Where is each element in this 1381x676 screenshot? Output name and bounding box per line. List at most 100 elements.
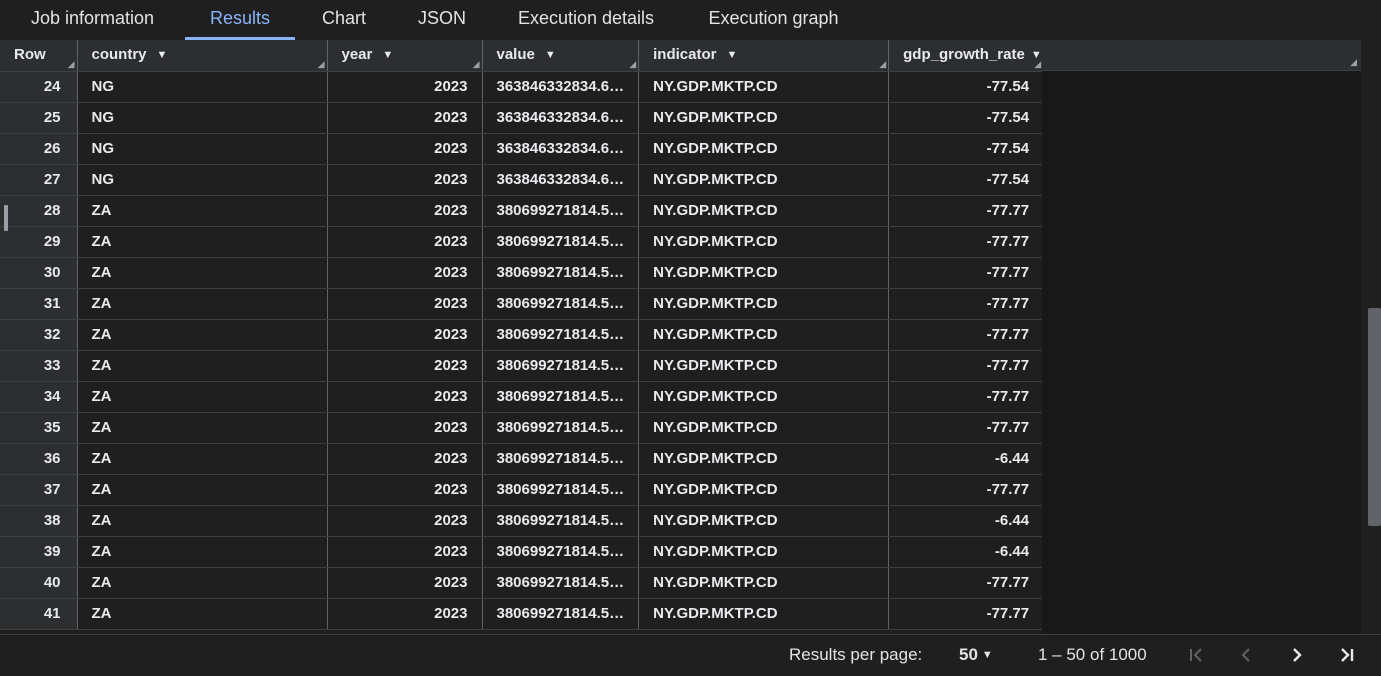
country-cell[interactable]: NG [77,164,328,196]
resize-handle-icon[interactable]: ◢ [879,59,886,69]
value-cell[interactable]: 380699271814.5… [482,381,640,413]
column-header-indicator[interactable]: indicator ▼ ◢ [638,40,890,72]
indicator-cell[interactable]: NY.GDP.MKTP.CD [638,288,890,320]
year-cell[interactable]: 2023 [327,412,483,444]
row-number-cell[interactable]: 27 [0,164,78,196]
row-number-cell[interactable]: 31 [0,288,78,320]
tab-execution-graph[interactable]: Execution graph [681,0,866,36]
indicator-cell[interactable]: NY.GDP.MKTP.CD [638,195,890,227]
column-header-country[interactable]: country ▼ ◢ [77,40,328,72]
gdp-growth-rate-cell[interactable]: -77.77 [888,195,1045,227]
country-cell[interactable]: ZA [77,288,328,320]
table-row[interactable]: 34 ZA 2023 380699271814.5… NY.GDP.MKTP.CD -77… [0,381,1045,413]
indicator-cell[interactable]: NY.GDP.MKTP.CD [638,102,890,134]
year-cell[interactable]: 2023 [327,350,483,382]
tab-job-information[interactable]: Job information [0,0,185,36]
gdp-growth-rate-cell[interactable]: -77.77 [888,350,1045,382]
country-cell[interactable]: ZA [77,381,328,413]
column-header-value[interactable]: value ▼ ◢ [482,40,640,72]
value-cell[interactable]: 363846332834.6… [482,133,640,165]
gdp-growth-rate-cell[interactable]: -77.54 [888,133,1045,165]
table-row[interactable]: 28 ZA 2023 380699271814.5… NY.GDP.MKTP.CD -77… [0,195,1045,227]
table-row[interactable]: 41 ZA 2023 380699271814.5… NY.GDP.MKTP.CD -77… [0,598,1045,630]
indicator-cell[interactable]: NY.GDP.MKTP.CD [638,133,890,165]
arrow-drop-down-icon[interactable]: ▼ [726,49,737,61]
tab-results[interactable]: Results [185,0,295,40]
gdp-growth-rate-cell[interactable]: -77.54 [888,71,1045,103]
arrow-drop-down-icon[interactable]: ▼ [545,49,556,61]
gdp-growth-rate-cell[interactable]: -6.44 [888,505,1045,537]
indicator-cell[interactable]: NY.GDP.MKTP.CD [638,412,890,444]
next-page-button[interactable] [1283,641,1311,669]
year-cell[interactable]: 2023 [327,474,483,506]
year-cell[interactable]: 2023 [327,226,483,258]
tab-execution-details[interactable]: Execution details [491,0,681,36]
year-cell[interactable]: 2023 [327,567,483,599]
resize-handle-icon[interactable]: ◢ [318,59,325,69]
country-cell[interactable]: ZA [77,350,328,382]
tab-chart[interactable]: Chart [295,0,393,36]
country-cell[interactable]: NG [77,133,328,165]
year-cell[interactable]: 2023 [327,133,483,165]
row-number-cell[interactable]: 26 [0,133,78,165]
row-number-cell[interactable]: 35 [0,412,78,444]
table-row[interactable]: 35 ZA 2023 380699271814.5… NY.GDP.MKTP.CD -77… [0,412,1045,444]
indicator-cell[interactable]: NY.GDP.MKTP.CD [638,381,890,413]
previous-page-button[interactable] [1232,641,1260,669]
country-cell[interactable]: NG [77,71,328,103]
resize-handle-icon[interactable]: ◢ [68,59,75,69]
indicator-cell[interactable]: NY.GDP.MKTP.CD [638,443,890,475]
year-cell[interactable]: 2023 [327,598,483,630]
table-row[interactable]: 29 ZA 2023 380699271814.5… NY.GDP.MKTP.CD -77… [0,226,1045,258]
year-cell[interactable]: 2023 [327,164,483,196]
table-row[interactable]: 36 ZA 2023 380699271814.5… NY.GDP.MKTP.CD -6.… [0,443,1045,475]
row-number-cell[interactable]: 30 [0,257,78,289]
row-number-cell[interactable]: 25 [0,102,78,134]
table-row[interactable]: 40 ZA 2023 380699271814.5… NY.GDP.MKTP.CD -77… [0,567,1045,599]
tab-json[interactable]: JSON [393,0,491,36]
value-cell[interactable]: 363846332834.6… [482,164,640,196]
year-cell[interactable]: 2023 [327,443,483,475]
scrollbar-thumb[interactable] [1368,308,1381,526]
country-cell[interactable]: ZA [77,567,328,599]
last-page-button[interactable] [1333,641,1361,669]
value-cell[interactable]: 363846332834.6… [482,71,640,103]
row-number-cell[interactable]: 32 [0,319,78,351]
arrow-drop-down-icon[interactable]: ▼ [157,49,168,61]
table-row[interactable]: 24 NG 2023 363846332834.6… NY.GDP.MKTP.CD -77… [0,71,1045,103]
country-cell[interactable]: NG [77,102,328,134]
country-cell[interactable]: ZA [77,598,328,630]
gdp-growth-rate-cell[interactable]: -77.77 [888,257,1045,289]
indicator-cell[interactable]: NY.GDP.MKTP.CD [638,505,890,537]
year-cell[interactable]: 2023 [327,288,483,320]
gdp-growth-rate-cell[interactable]: -77.77 [888,226,1045,258]
resize-handle-icon[interactable]: ◢ [629,59,636,69]
value-cell[interactable]: 380699271814.5… [482,226,640,258]
row-number-cell[interactable]: 34 [0,381,78,413]
vertical-scrollbar[interactable] [1361,40,1381,634]
year-cell[interactable]: 2023 [327,257,483,289]
first-page-button[interactable] [1182,641,1210,669]
row-number-cell[interactable]: 28 [0,195,78,227]
gdp-growth-rate-cell[interactable]: -77.77 [888,381,1045,413]
value-cell[interactable]: 380699271814.5… [482,288,640,320]
row-number-cell[interactable]: 29 [0,226,78,258]
value-cell[interactable]: 380699271814.5… [482,474,640,506]
year-cell[interactable]: 2023 [327,102,483,134]
country-cell[interactable]: ZA [77,257,328,289]
year-cell[interactable]: 2023 [327,71,483,103]
table-row[interactable]: 26 NG 2023 363846332834.6… NY.GDP.MKTP.CD -77… [0,133,1045,165]
value-cell[interactable]: 380699271814.5… [482,443,640,475]
row-number-cell[interactable]: 37 [0,474,78,506]
country-cell[interactable]: ZA [77,443,328,475]
gdp-growth-rate-cell[interactable]: -77.77 [888,412,1045,444]
row-number-cell[interactable]: 33 [0,350,78,382]
row-number-cell[interactable]: 36 [0,443,78,475]
year-cell[interactable]: 2023 [327,319,483,351]
year-cell[interactable]: 2023 [327,381,483,413]
indicator-cell[interactable]: NY.GDP.MKTP.CD [638,319,890,351]
indicator-cell[interactable]: NY.GDP.MKTP.CD [638,567,890,599]
value-cell[interactable]: 380699271814.5… [482,350,640,382]
value-cell[interactable]: 380699271814.5… [482,536,640,568]
country-cell[interactable]: ZA [77,319,328,351]
